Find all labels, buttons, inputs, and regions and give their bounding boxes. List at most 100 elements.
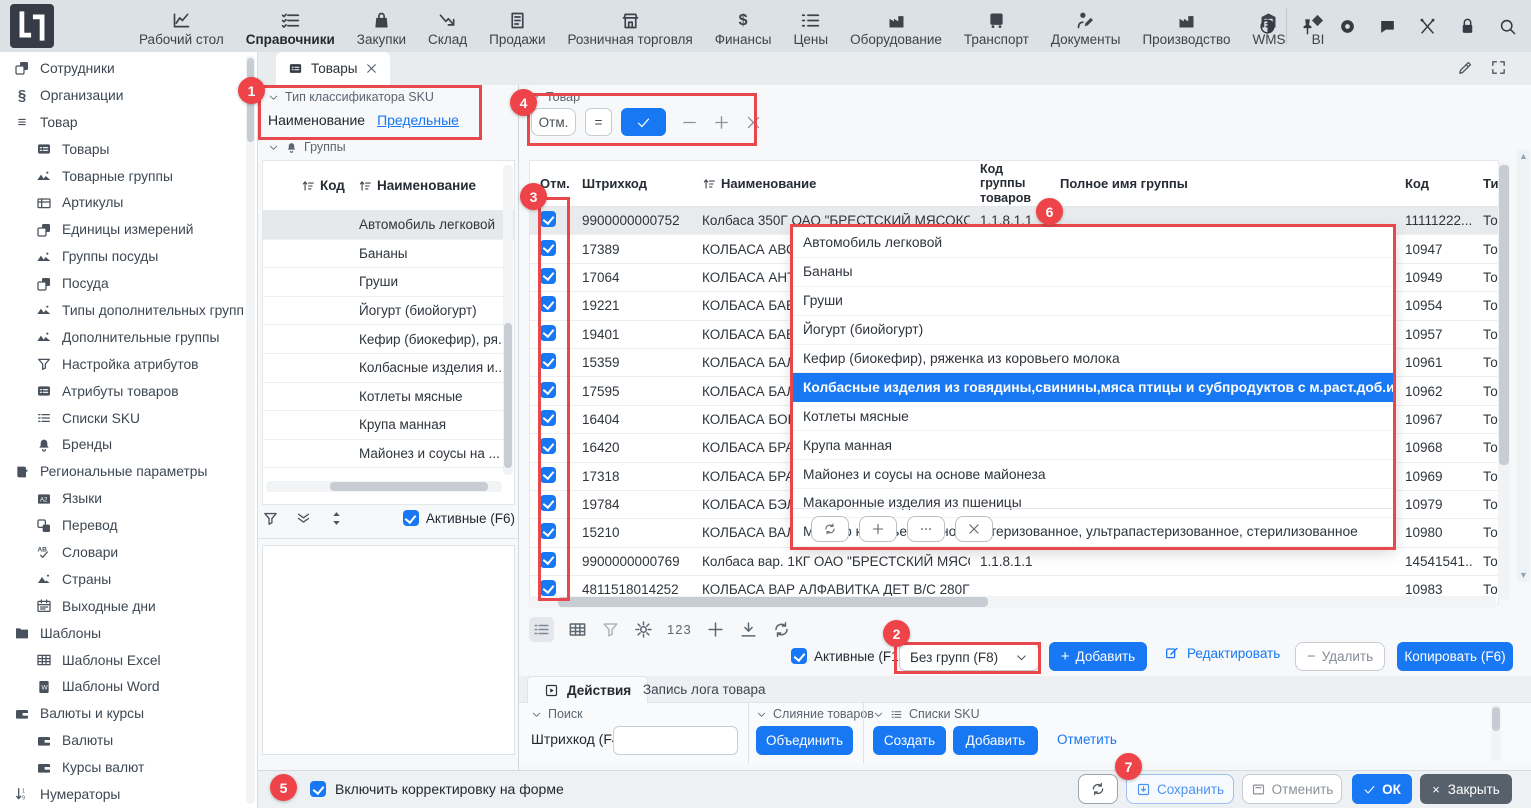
close-button[interactable]: ×Закрыть (1420, 774, 1512, 804)
row-checkbox[interactable] (540, 325, 556, 341)
groups-row[interactable]: Майонез и соусы на ... (263, 440, 514, 469)
delete-button[interactable]: −Удалить (1295, 642, 1385, 671)
menu-item[interactable]: Транспорт (953, 0, 1040, 52)
menu-item[interactable]: Закупки (346, 0, 417, 52)
barcode-input[interactable] (613, 726, 738, 755)
sidebar-item[interactable]: АВ Словари (0, 539, 244, 566)
row-checkbox[interactable] (540, 438, 556, 454)
row-checkbox[interactable] (540, 240, 556, 256)
ok-button[interactable]: ОК (1352, 774, 1412, 804)
scroll-down-arrow[interactable]: ▼ (1519, 571, 1528, 580)
form-adjust-checkbox[interactable] (310, 781, 326, 797)
sidebar-item[interactable]: Выходные дни (0, 593, 244, 620)
row-checkbox[interactable] (540, 495, 556, 511)
row-checkbox[interactable] (540, 296, 556, 312)
dropdown-item[interactable]: Майонез и соусы на основе майонеза (793, 460, 1394, 489)
sidebar-item[interactable]: W Шаблоны Word (0, 673, 244, 700)
dropdown-item[interactable]: Кефир (биокефир), ряженка из коровьего м… (793, 345, 1394, 374)
mark-link[interactable]: Отметить (1057, 732, 1117, 747)
sidebar-item[interactable]: Страны (0, 566, 244, 593)
sidebar-item[interactable]: Атрибуты товаров (0, 378, 244, 405)
groups-row[interactable]: Колбасные изделия и... (263, 354, 514, 383)
save-button[interactable]: Сохранить (1126, 774, 1234, 804)
minus-icon[interactable] (681, 114, 698, 131)
active-f10-checkbox[interactable] (791, 648, 807, 664)
menu-item[interactable]: Документы (1040, 0, 1132, 52)
sidebar-item[interactable]: Посуда (0, 270, 244, 297)
sidebar-item[interactable]: Настройка атрибутов (0, 351, 244, 378)
col-type[interactable]: Ти (1473, 176, 1498, 191)
col-full-name[interactable]: Полное имя группы (1050, 176, 1395, 191)
sidebar-item[interactable]: ≡ Товар (0, 109, 244, 136)
list-view-icon[interactable] (529, 617, 554, 642)
search-section-header[interactable]: Поиск (531, 707, 583, 721)
row-checkbox[interactable] (540, 382, 556, 398)
dropdown-item[interactable]: Бананы (793, 258, 1394, 287)
sidebar-item[interactable]: Региональные параметры (0, 458, 244, 485)
row-checkbox[interactable] (540, 410, 556, 426)
sidebar-item[interactable]: Курсы валют (0, 754, 244, 781)
menu-item[interactable]: Оборудование (839, 0, 953, 52)
groups-row[interactable]: Груши (263, 268, 514, 297)
row-checkbox[interactable] (540, 523, 556, 539)
dropdown-close-button[interactable] (955, 516, 993, 542)
dropdown-item[interactable]: Йогурт (биойогурт) (793, 316, 1394, 345)
numbers-icon[interactable]: 123 (667, 622, 692, 637)
dropdown-refresh-button[interactable] (811, 516, 849, 542)
sidebar-item[interactable]: Сотрудники (0, 55, 244, 82)
menu-item[interactable]: Продажи (478, 0, 556, 52)
merge-section-header[interactable]: Слияние товаров (756, 707, 874, 721)
dropdown-item[interactable]: Колбасные изделия из говядины,свинины,мя… (793, 373, 1394, 402)
dropdown-item[interactable]: Крупа манная (793, 431, 1394, 460)
quick-icon[interactable] (1338, 17, 1357, 36)
copy-button[interactable]: Копировать (F6) (1397, 642, 1513, 671)
quick-icon[interactable] (1298, 17, 1317, 36)
add-button[interactable]: +Добавить (1049, 642, 1147, 671)
row-checkbox[interactable] (540, 353, 556, 369)
col-code[interactable]: Код (1395, 176, 1473, 191)
groups-row[interactable]: Кефир (биокефир), ря... (263, 325, 514, 354)
groups-row[interactable]: Крупа манная (263, 411, 514, 440)
quick-icon[interactable] (1258, 17, 1277, 36)
groups-horizontal-scrollbar[interactable] (266, 481, 502, 492)
grid-vertical-scrollbar[interactable] (1498, 162, 1510, 600)
tab-product-log[interactable]: Запись лога товара (627, 676, 782, 703)
otm-button[interactable]: Отм. (531, 108, 576, 136)
dropdown-item[interactable]: Котлеты мясные (793, 402, 1394, 431)
equals-button[interactable]: = (585, 108, 612, 136)
sidebar-item[interactable]: Шаблоны Excel (0, 647, 244, 674)
menu-item[interactable]: Справочники (235, 0, 346, 52)
groups-row[interactable]: Йогурт (биойогурт) (263, 297, 514, 326)
sidebar-item[interactable]: Единицы измерений (0, 216, 244, 243)
row-checkbox[interactable] (540, 580, 556, 596)
dropdown-item[interactable]: Автомобиль легковой (793, 229, 1394, 258)
groups-col-name[interactable]: Наименование (358, 178, 476, 193)
active-f6-checkbox[interactable] (403, 510, 419, 526)
dropdown-item[interactable]: Груши (793, 287, 1394, 316)
quick-icon[interactable] (1418, 17, 1437, 36)
gear-icon[interactable] (634, 620, 653, 639)
row-checkbox[interactable] (540, 211, 556, 227)
create-button[interactable]: Создать (873, 726, 946, 755)
clear-icon[interactable] (745, 114, 762, 131)
sidebar-item[interactable]: Товары (0, 136, 244, 163)
classifier-name-link[interactable]: Предельные (377, 112, 459, 128)
edit-button[interactable]: Редактировать (1164, 645, 1280, 661)
group-filter-select[interactable]: Без групп (F8) (899, 643, 1039, 671)
plus-icon[interactable] (706, 620, 725, 639)
groups-section-header[interactable]: Группы (268, 140, 346, 154)
dropdown-add-button[interactable] (859, 516, 897, 542)
dropdown-more-button[interactable] (907, 516, 945, 542)
grid-row[interactable]: 9900000000769 Колбаса вар. 1КГ ОАО "БРЕС… (530, 548, 1498, 576)
double-chevron-icon[interactable] (295, 510, 312, 527)
sidebar-item[interactable]: Перевод (0, 512, 244, 539)
groups-row[interactable]: Котлеты мясные (263, 383, 514, 412)
refresh-button[interactable] (1078, 774, 1118, 804)
grid-view-icon[interactable] (568, 620, 587, 639)
quick-icon[interactable] (1378, 17, 1397, 36)
col-barcode[interactable]: Штрихкод (572, 176, 692, 191)
tab-close-icon[interactable] (365, 62, 378, 75)
sidebar-item[interactable]: Шаблоны (0, 620, 244, 647)
sidebar-item[interactable]: Артикулы (0, 189, 244, 216)
scroll-up-arrow[interactable]: ▲ (1519, 152, 1528, 161)
